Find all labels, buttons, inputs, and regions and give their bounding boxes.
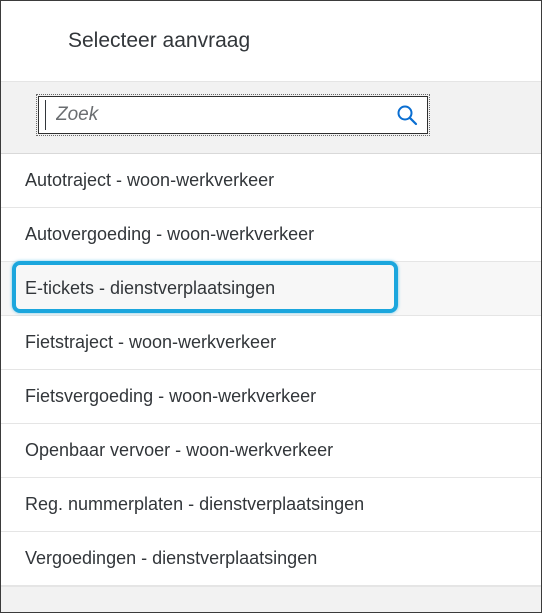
list-item-reg-nummerplaten[interactable]: Reg. nummerplaten - dienstverplaatsingen [1, 478, 541, 532]
search-field[interactable] [36, 94, 430, 136]
search-bar [1, 81, 541, 154]
dialog-title: Selecteer aanvraag [68, 29, 251, 52]
list-item-label: Fietsvergoeding - woon-werkverkeer [25, 386, 317, 406]
list-item-vergoedingen[interactable]: Vergoedingen - dienstverplaatsingen [1, 532, 541, 586]
list-item-label: Fietstraject - woon-werkverkeer [25, 332, 277, 352]
list-item-label: Reg. nummerplaten - dienstverplaatsingen [25, 494, 365, 514]
list-item-e-tickets[interactable]: E-tickets - dienstverplaatsingen [1, 261, 541, 316]
list-item-autovergoeding[interactable]: Autovergoeding - woon-werkverkeer [1, 208, 541, 262]
search-input[interactable] [45, 100, 376, 130]
list-item-fietstraject[interactable]: Fietstraject - woon-werkverkeer [1, 316, 541, 370]
list-item-openbaar-vervoer[interactable]: Openbaar vervoer - woon-werkverkeer [1, 424, 541, 478]
list-item-label: Vergoedingen - dienstverplaatsingen [25, 548, 318, 568]
search-icon[interactable] [393, 101, 421, 129]
request-list: Autotraject - woon-werkverkeer Autovergo… [1, 154, 541, 586]
dialog-header: Selecteer aanvraag [1, 1, 541, 81]
list-item-autotraject[interactable]: Autotraject - woon-werkverkeer [1, 154, 541, 208]
list-item-label: Autovergoeding - woon-werkverkeer [25, 224, 315, 244]
list-item-fietsvergoeding[interactable]: Fietsvergoeding - woon-werkverkeer [1, 370, 541, 424]
list-footer [1, 586, 541, 612]
list-item-label: E-tickets - dienstverplaatsingen [25, 278, 276, 298]
list-item-label: Autotraject - woon-werkverkeer [25, 170, 275, 190]
select-request-dialog: Selecteer aanvraag Autotraject - woon-we… [0, 0, 542, 613]
list-item-label: Openbaar vervoer - woon-werkverkeer [25, 440, 334, 460]
